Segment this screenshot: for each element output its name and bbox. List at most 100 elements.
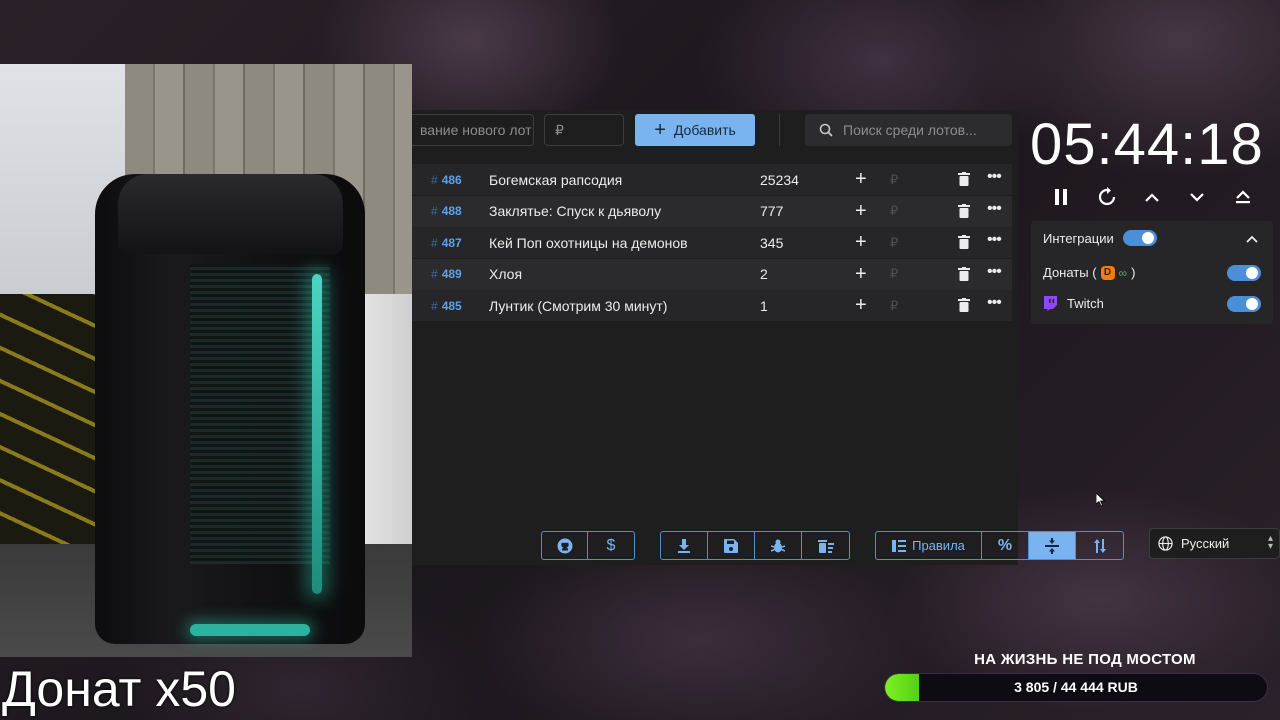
lot-search-input[interactable]: Поиск среди лотов...: [805, 114, 1012, 146]
lot-amount: 345: [760, 234, 784, 251]
add-amount-icon[interactable]: +: [855, 294, 867, 317]
compact-view-button[interactable]: [1029, 532, 1076, 559]
language-select[interactable]: Русский ▴ ▾: [1149, 528, 1280, 559]
plus-icon: +: [654, 119, 666, 141]
lot-row: #489 Хлоя 2 + ₽ •••: [412, 258, 1012, 290]
delete-sweep-icon: [817, 539, 834, 553]
restart-icon: [1098, 187, 1116, 206]
lot-amount-input[interactable]: ₽: [890, 298, 898, 314]
lot-row: #485 Лунтик (Смотрим 30 минут) 1 + ₽ •••: [412, 290, 1012, 321]
chevron-up-icon[interactable]: [1246, 235, 1258, 243]
webcam-led-strip: [312, 274, 322, 594]
eject-icon: [1236, 190, 1250, 204]
dollar-icon: $: [606, 536, 616, 554]
download-button[interactable]: [661, 532, 708, 559]
add-amount-icon[interactable]: +: [855, 231, 867, 254]
github-button[interactable]: [542, 532, 588, 559]
lot-name[interactable]: Лунтик (Смотрим 30 минут): [489, 298, 667, 314]
new-lot-sum-input[interactable]: ₽: [544, 114, 624, 146]
lot-name[interactable]: Богемская рапсодия: [489, 172, 622, 188]
twitch-icon: [1044, 296, 1057, 311]
donations-label: Донаты (: [1043, 265, 1097, 280]
timer-controls: [1040, 182, 1270, 212]
more-options-icon[interactable]: •••: [987, 168, 1002, 186]
add-amount-icon[interactable]: +: [855, 200, 867, 223]
donate-button[interactable]: $: [588, 532, 634, 559]
view-button-group: Правила %: [875, 531, 1124, 560]
lot-amount-input[interactable]: ₽: [890, 172, 898, 188]
trash-icon[interactable]: [958, 235, 970, 249]
trash-icon[interactable]: [958, 266, 970, 281]
more-options-icon[interactable]: •••: [987, 200, 1002, 218]
more-options-icon[interactable]: •••: [987, 294, 1002, 312]
data-button-group: [660, 531, 850, 560]
sort-button[interactable]: [1076, 532, 1123, 559]
webcam-feed: [0, 64, 412, 657]
auction-panel: вание нового лот ₽ + Добавить Поиск сред…: [412, 110, 1124, 565]
github-icon: [557, 538, 572, 553]
language-selected: Русский: [1181, 536, 1230, 551]
search-placeholder: Поиск среди лотов...: [843, 122, 977, 138]
lot-name[interactable]: Хлоя: [489, 266, 522, 282]
twitch-label: Twitch: [1067, 296, 1104, 311]
pause-icon: [1055, 189, 1067, 205]
donation-goal-bar: 3 805 / 44 444 RUB: [884, 673, 1268, 702]
bottom-toolbar: $ Правила %: [412, 531, 1124, 561]
globe-icon: [1158, 536, 1173, 551]
new-lot-name-input[interactable]: вание нового лот: [412, 114, 534, 146]
percent-button[interactable]: %: [982, 532, 1029, 559]
compress-icon: [1045, 537, 1059, 554]
lot-amount: 2: [760, 266, 768, 282]
add-lot-label: Добавить: [673, 122, 736, 138]
lot-amount-input[interactable]: ₽: [890, 203, 898, 219]
lot-row: #488 Заклятье: Спуск к дьяволу 777 + ₽ •…: [412, 195, 1012, 227]
trash-icon[interactable]: [958, 203, 970, 218]
select-arrows-icon: ▴ ▾: [1267, 533, 1273, 552]
donation-goal-progress: 3 805 / 44 444 RUB: [1014, 679, 1138, 695]
integrations-title: Интеграции: [1043, 231, 1114, 246]
lot-amount-input[interactable]: ₽: [890, 266, 898, 282]
increase-time-button[interactable]: [1137, 182, 1167, 212]
trash-icon[interactable]: [958, 172, 970, 186]
percent-icon: %: [997, 536, 1013, 554]
lot-amount: 25234: [760, 171, 799, 188]
add-amount-icon[interactable]: +: [855, 263, 867, 286]
lot-amount-input[interactable]: ₽: [890, 235, 898, 251]
lot-name[interactable]: Кей Поп охотницы на демонов: [489, 235, 688, 251]
donations-suffix: ): [1131, 265, 1136, 280]
decrease-time-button[interactable]: [1182, 182, 1212, 212]
add-amount-icon[interactable]: +: [855, 168, 867, 191]
pause-button[interactable]: [1046, 182, 1076, 212]
lot-amount: 1: [760, 297, 768, 314]
donation-goal-title: НА ЖИЗНЬ НЕ ПОД МОСТОМ: [974, 651, 1196, 668]
lot-row: #486 Богемская рапсодия 25234 + ₽ •••: [412, 164, 1012, 195]
more-options-icon[interactable]: •••: [987, 231, 1002, 249]
rules-button[interactable]: Правила: [876, 532, 982, 559]
bug-icon: [771, 539, 785, 552]
sort-arrows-icon: [1093, 538, 1106, 553]
download-icon: [678, 538, 690, 553]
lot-id: #487: [431, 235, 462, 250]
reset-timer-button[interactable]: [1092, 182, 1122, 212]
integrations-panel: Интеграции Донаты ( D ∞ ) Twitch: [1031, 221, 1273, 324]
integrations-header: Интеграции: [1043, 231, 1114, 246]
auction-timer: 05:44:18: [1030, 112, 1264, 177]
donations-toggle[interactable]: [1227, 265, 1261, 281]
add-lot-button[interactable]: + Добавить: [635, 114, 755, 146]
donate-multiplier-label: Донат x50: [2, 661, 236, 717]
lot-name[interactable]: Заклятье: Спуск к дьяволу: [489, 203, 661, 219]
donationalerts-icon: D: [1100, 265, 1115, 280]
clear-all-button[interactable]: [802, 532, 849, 559]
save-button[interactable]: [708, 532, 755, 559]
webcam-led-glow: [190, 624, 310, 636]
max-time-button[interactable]: [1228, 182, 1258, 212]
webcam-chair-mesh: [190, 264, 330, 564]
more-options-icon[interactable]: •••: [987, 263, 1002, 281]
chevron-up-icon: [1145, 192, 1159, 202]
trash-icon[interactable]: [958, 298, 970, 312]
lot-id: #486: [431, 172, 462, 187]
integrations-toggle[interactable]: [1123, 230, 1157, 246]
twitch-toggle[interactable]: [1227, 296, 1261, 312]
bug-report-button[interactable]: [755, 532, 802, 559]
lot-row: #487 Кей Поп охотницы на демонов 345 + ₽…: [412, 227, 1012, 258]
